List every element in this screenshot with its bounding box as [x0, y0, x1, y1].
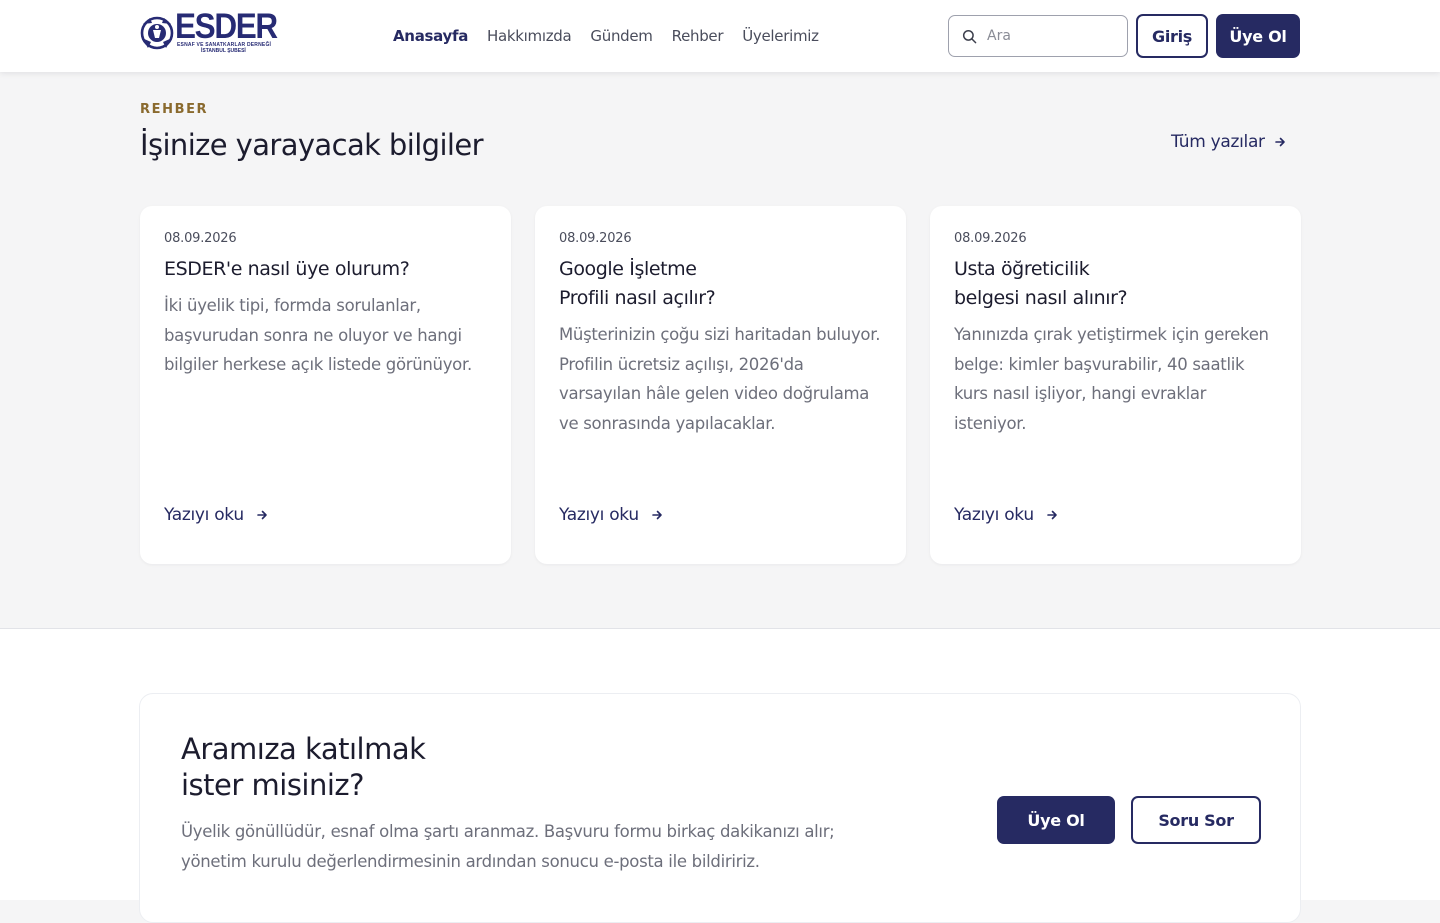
nav-item-gundem[interactable]: Gündem [590, 27, 653, 45]
login-button[interactable]: Giriş [1136, 14, 1208, 58]
read-more-label: Yazıyı oku [954, 505, 1034, 525]
search-box[interactable] [948, 15, 1128, 57]
read-more-link[interactable]: Yazıyı oku [954, 505, 1058, 525]
emblem-icon [140, 16, 174, 50]
read-more-label: Yazıyı oku [559, 505, 639, 525]
cta-title: Aramıza katılmak ister misiniz? [181, 732, 426, 802]
logo-branch: İSTANBUL ŞUBESİ [201, 48, 246, 54]
section-title: İşinize yarayacak bilgiler [140, 128, 484, 162]
membership-cta: Aramıza katılmak ister misiniz? Üyelik g… [139, 693, 1301, 923]
site-header: ESDER ESNAF VE SANATKARLAR DERNEĞİ İSTAN… [0, 0, 1440, 72]
all-posts-label: Tüm yazılar [1171, 132, 1265, 152]
search-input[interactable] [987, 28, 1117, 44]
card-date: 08.09.2026 [559, 231, 632, 246]
search-icon [962, 29, 977, 43]
section-eyebrow: REHBER [140, 102, 209, 117]
arrow-right-icon [1046, 510, 1057, 520]
arrow-right-icon [1274, 137, 1285, 147]
logo-wordmark: ESDER [175, 7, 278, 46]
arrow-right-icon [256, 510, 267, 520]
card-date: 08.09.2026 [954, 231, 1027, 246]
nav-item-rehber[interactable]: Rehber [672, 27, 724, 45]
card-title: Google İşletme Profili nasıl açılır? [559, 258, 716, 309]
cta-text: Üyelik gönüllüdür, esnaf olma şartı aran… [181, 822, 835, 871]
read-more-link[interactable]: Yazıyı oku [164, 505, 268, 525]
guide-card[interactable]: 08.09.2026 Usta öğreticilik belgesi nası… [930, 206, 1301, 564]
guide-card[interactable]: 08.09.2026 Google İşletme Profili nasıl … [535, 206, 906, 564]
read-more-label: Yazıyı oku [164, 505, 244, 525]
all-posts-link[interactable]: Tüm yazılar [1171, 132, 1286, 152]
nav-item-hakkimizda[interactable]: Hakkımızda [487, 27, 572, 45]
card-date: 08.09.2026 [164, 231, 237, 246]
card-title: ESDER'e nasıl üye olurum? [164, 258, 410, 280]
card-excerpt: Müşterinizin çoğu sizi haritadan buluyor… [559, 325, 881, 433]
card-excerpt: İki üyelik tipi, formda sorulanlar, başv… [164, 296, 472, 375]
site-logo[interactable]: ESDER ESNAF VE SANATKARLAR DERNEĞİ İSTAN… [140, 9, 278, 60]
guide-cards: 08.09.2026 ESDER'e nasıl üye olurum? İki… [140, 206, 1301, 564]
card-excerpt: Yanınızda çırak yetiştirmek için gereken… [954, 325, 1269, 433]
cta-join-button[interactable]: Üye Ol [997, 796, 1115, 844]
nav-item-uyelerimiz[interactable]: Üyelerimiz [742, 27, 819, 45]
card-title: Usta öğreticilik belgesi nasıl alınır? [954, 258, 1128, 309]
guide-card[interactable]: 08.09.2026 ESDER'e nasıl üye olurum? İki… [140, 206, 511, 564]
arrow-right-icon [651, 510, 662, 520]
nav-item-anasayfa[interactable]: Anasayfa [393, 27, 468, 45]
header-join-button[interactable]: Üye Ol [1216, 14, 1300, 58]
ask-question-button[interactable]: Soru Sor [1131, 796, 1261, 844]
main-nav: Anasayfa Hakkımızda Gündem Rehber Üyeler… [393, 0, 819, 72]
read-more-link[interactable]: Yazıyı oku [559, 505, 663, 525]
